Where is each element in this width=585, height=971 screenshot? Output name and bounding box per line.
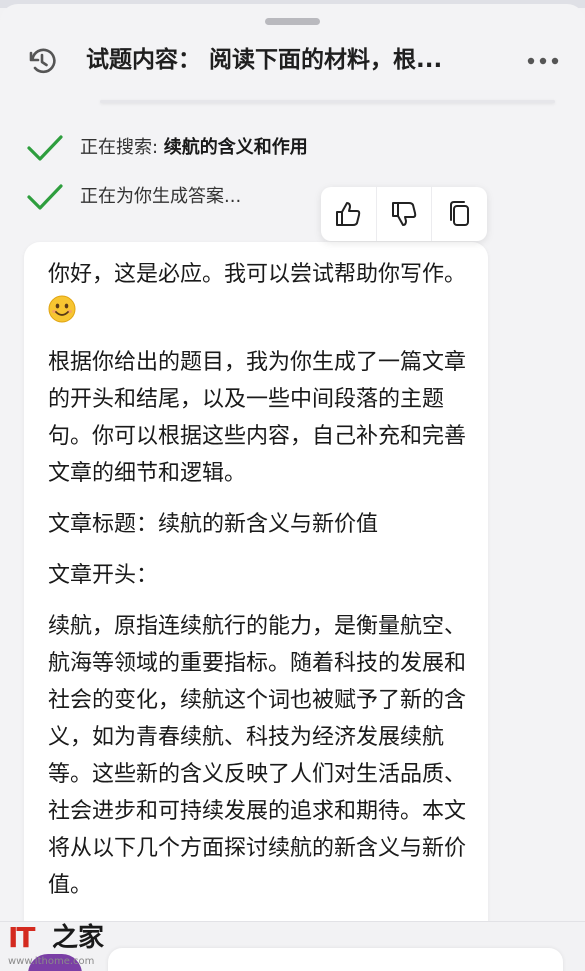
greeting-text: 你好，这是必应。我可以尝试帮助你写作。 [48,262,467,287]
status-text: 正在为你生成答案... [80,186,242,207]
dislike-button[interactable] [377,187,433,241]
more-options-icon[interactable] [524,44,564,78]
thumbs-down-icon [392,202,417,226]
drag-handle[interactable] [265,18,320,25]
status-text: 正在搜索: 续航的含义和作用 [80,136,308,160]
answer-body: 你好，这是必应。我可以尝试帮助你写作。 根据你给出的题目，我为你生成了一篇文章的… [48,256,468,918]
screen: 试题内容： 阅读下面的材料，根... 正在搜索: 续航的含义和作用 正在为你生成… [0,0,585,971]
collapsed-message-edge [100,100,555,103]
copy-icon [449,201,469,226]
thumbs-up-icon [336,202,361,226]
status-prefix: 正在搜索: [80,137,164,158]
status-searching: 正在搜索: 续航的含义和作用 [26,131,308,165]
copy-button[interactable] [432,187,487,241]
feedback-toolbar [321,187,487,241]
check-icon [27,135,63,161]
answer-greeting: 你好，这是必应。我可以尝试帮助你写作。 [48,256,468,330]
article-title: 文章标题：续航的新含义与新价值 [48,512,379,537]
compose-input[interactable] [108,948,563,971]
watermark-brand-zh: 之家 [52,923,105,953]
search-query: 续航的含义和作用 [163,137,308,158]
conversation-title: 试题内容： 阅读下面的材料，根... [86,47,443,73]
check-icon [27,184,63,210]
answer-card: 你好，这是必应。我可以尝试帮助你写作。 根据你给出的题目，我为你生成了一篇文章的… [24,242,488,971]
header: 试题内容： 阅读下面的材料，根... [0,30,585,90]
opening-paragraph: 续航，原指连续航行的能力，是衡量航空、航海等领域的重要指标。随着科技的发展和社会… [48,614,467,898]
like-button[interactable] [321,187,377,241]
status-generating: 正在为你生成答案... [26,180,241,214]
watermark-url: www.ithome.com [8,956,95,967]
opening-label: 文章开头： [48,563,159,588]
answer-intro: 根据你给出的题目，我为你生成了一篇文章的开头和结尾，以及一些中间段落的主题句。你… [48,350,467,486]
history-icon[interactable] [25,44,59,78]
watermark: IT 之家 www.ithome.com [8,922,108,970]
smiling-face-icon [48,295,76,323]
watermark-brand-latin: IT [8,921,35,954]
